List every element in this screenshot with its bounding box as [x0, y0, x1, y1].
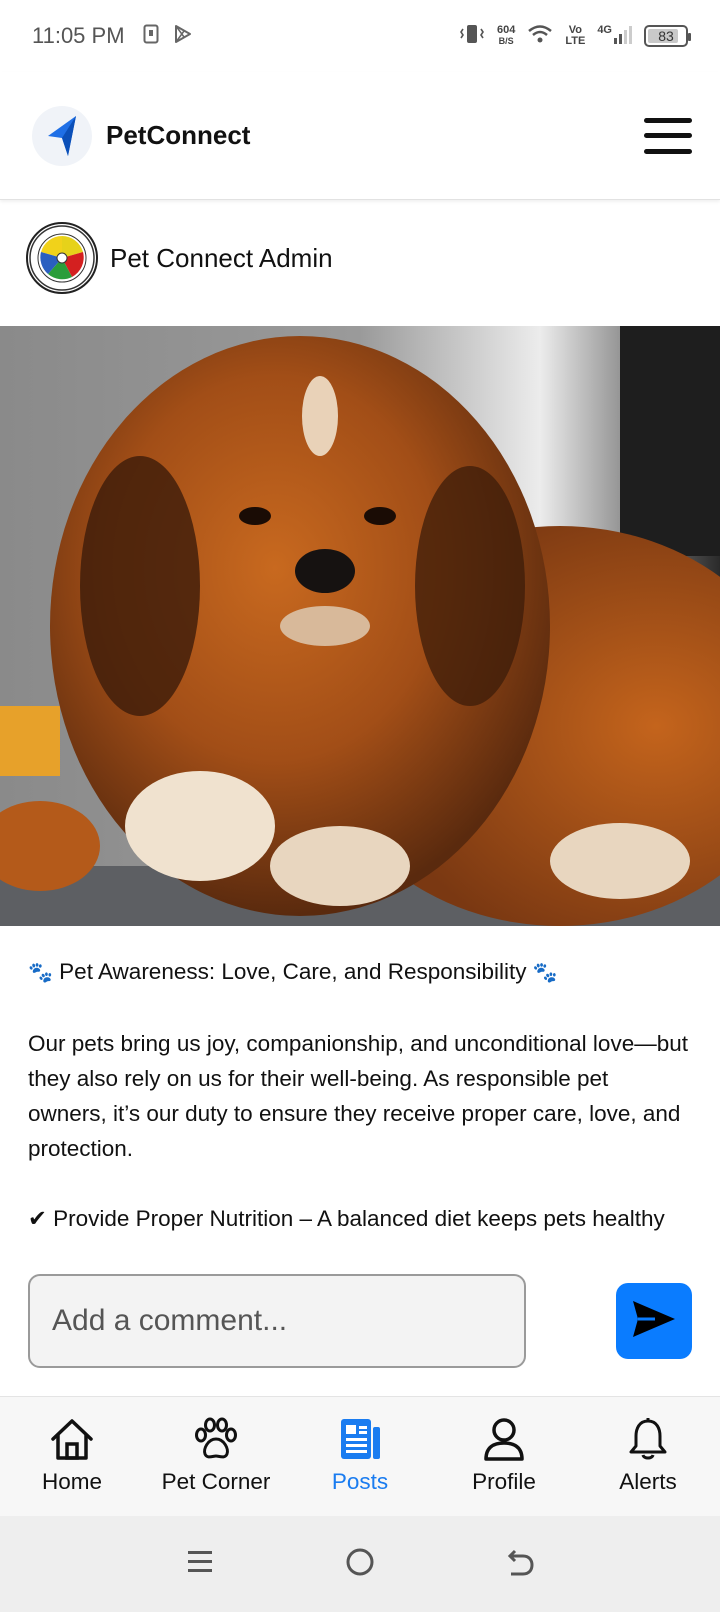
vibrate-icon	[459, 23, 485, 50]
bell-icon	[624, 1415, 672, 1463]
post-author[interactable]: Pet Connect Admin	[26, 222, 333, 294]
status-time: 11:05 PM	[32, 23, 125, 48]
nav-label-profile: Profile	[472, 1469, 536, 1494]
send-button[interactable]	[616, 1283, 692, 1359]
network-type: 4G	[597, 23, 612, 36]
wifi-icon	[527, 23, 553, 50]
paw-icon	[192, 1415, 240, 1463]
author-name[interactable]: Pet Connect Admin	[110, 243, 333, 274]
send-icon	[631, 1299, 677, 1344]
play-store-icon	[173, 24, 193, 49]
system-nav-bar	[0, 1516, 720, 1612]
net-speed-unit: B/S	[498, 36, 514, 46]
nav-item-home[interactable]: Home	[0, 1397, 144, 1516]
post-bullet: ✔ Provide Proper Nutrition – A balanced …	[28, 1201, 692, 1244]
paper-plane-icon[interactable]	[32, 105, 92, 166]
post-headline: 🐾 Pet Awareness: Love, Care, and Respons…	[28, 954, 692, 991]
volte-indicator: Vo LTE	[565, 25, 585, 47]
nav-item-posts[interactable]: Posts	[288, 1397, 432, 1516]
nav-item-pet-corner[interactable]: Pet Corner	[144, 1397, 288, 1516]
post-headline-text: Pet Awareness: Love, Care, and Responsib…	[59, 959, 527, 984]
status-right-icons: 604 B/S Vo LTE 4G 83	[459, 23, 691, 50]
app-title: PetConnect	[106, 120, 251, 150]
recent-apps-icon	[186, 1547, 214, 1582]
nav-label-pet-corner: Pet Corner	[161, 1469, 271, 1494]
cell-signal: 4G	[597, 24, 632, 49]
home-system-button[interactable]	[330, 1534, 390, 1594]
recent-apps-button[interactable]	[170, 1534, 230, 1594]
post-bullet-text: Provide Proper Nutrition – A balanced di…	[28, 1206, 665, 1244]
battery-icon: 83	[644, 25, 691, 47]
battery-level: 83	[658, 28, 674, 44]
fluffy-puppy-photo	[0, 326, 720, 926]
status-bar: 11:05 PM 604 B/S Vo LTE 4G 83	[0, 0, 720, 72]
posts-icon	[336, 1415, 384, 1463]
nav-label-posts: Posts	[331, 1469, 389, 1494]
paw-emoji-icon: 🐾	[28, 962, 53, 984]
nav-item-profile[interactable]: Profile	[432, 1397, 576, 1516]
profile-icon	[480, 1415, 528, 1463]
back-icon	[505, 1547, 535, 1582]
nav-label-alerts: Alerts	[619, 1469, 677, 1494]
sim-card-icon	[143, 24, 159, 49]
status-notification-icons	[143, 24, 193, 49]
signal-icon	[614, 24, 632, 49]
back-button[interactable]	[490, 1534, 550, 1594]
author-avatar[interactable]	[26, 222, 98, 294]
comment-input[interactable]	[28, 1274, 526, 1368]
app-header: PetConnect	[0, 72, 720, 200]
post-text: 🐾 Pet Awareness: Love, Care, and Respons…	[28, 954, 692, 1244]
net-speed-value: 604	[496, 24, 516, 36]
post-body: Our pets bring us joy, companionship, an…	[28, 1031, 688, 1161]
volte-bottom: LTE	[565, 35, 586, 47]
nav-item-alerts[interactable]: Alerts	[576, 1397, 720, 1516]
home-icon	[48, 1415, 96, 1463]
bottom-nav: Home Pet Corner Posts Profile Alerts	[0, 1396, 720, 1516]
net-speed: 604 B/S	[497, 25, 515, 47]
checkmark-icon: ✔	[28, 1206, 47, 1231]
paw-emoji-icon: 🐾	[532, 962, 558, 984]
home-circle-icon	[345, 1547, 375, 1582]
nav-label-home: Home	[41, 1469, 103, 1494]
hamburger-menu-icon[interactable]	[644, 117, 692, 154]
